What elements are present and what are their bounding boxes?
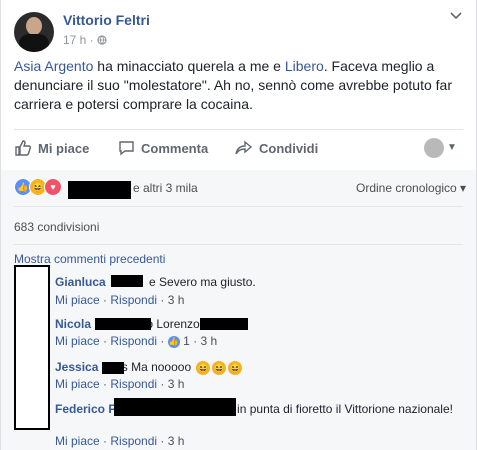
comment-author[interactable]: Gianluca [55,275,106,289]
meta-dot: · [103,377,108,391]
redaction-bar [68,181,131,199]
comment-reply-link[interactable]: Rispondi [110,377,157,391]
comment-button[interactable]: Commenta [118,140,208,156]
post-text: Asia Argento ha minacciato querela a me … [14,57,464,114]
like-button[interactable]: Mi piace [14,140,89,156]
divider [14,129,463,130]
comment-time[interactable]: 3 h [168,293,185,307]
meta-dot: · [160,334,165,348]
page-avatar[interactable] [424,138,444,158]
comment-2-meta: Mi piace · Rispondi · 👍 1 · 3 h [55,334,217,348]
like-badge-icon: 👍 [167,335,180,348]
comment-text: s Ma nooooo [121,360,192,374]
avatar-face [26,17,42,35]
comment-author[interactable]: Nicola [55,317,91,331]
redaction-bar [200,318,248,330]
comment-time[interactable]: 3 h [168,434,185,448]
comment-time[interactable]: 3 h [168,377,185,391]
comment-1: Gianluca e Severo ma giusto. [55,274,256,290]
comment-like-link[interactable]: Mi piace [55,377,100,391]
comment-text: e Severo ma giusto. [149,275,256,289]
comment-like-link[interactable]: Mi piace [55,434,100,448]
comment-reply-link[interactable]: Rispondi [110,334,157,348]
comment-label: Commenta [141,140,209,156]
share-label: Condividi [259,140,319,156]
globe-icon [97,35,107,45]
redaction-bar [114,398,236,416]
comment-avatar-redacted [14,265,50,430]
chevron-down-icon[interactable] [450,12,462,20]
meta-dot: · [103,293,108,307]
tag-libero[interactable]: Libero [285,58,324,74]
comment-author[interactable]: Jessica [55,360,98,374]
comment-order-dropdown[interactable]: Ordine cronologico ▾ [356,181,466,195]
post-time[interactable]: 17 h [63,33,86,47]
reaction-count[interactable]: e altri 3 mila [133,181,198,195]
show-previous-comments[interactable]: Mostra commenti precedenti [14,252,165,266]
meta-dot: · [160,434,165,448]
tag-asia-argento[interactable]: Asia Argento [14,58,93,74]
comment-time[interactable]: 3 h [200,334,217,348]
laughing-emoji-icon: 😆 [212,360,227,375]
author-name[interactable]: Vittorio Feltri [63,12,150,28]
share-button[interactable]: Condividi [235,140,318,156]
meta-dot: · [103,434,108,448]
like-icon [15,140,31,156]
like-label: Mi piace [38,140,90,156]
meta-dot: · [160,293,165,307]
comment-author[interactable]: Federico [55,402,105,416]
post-card: Vittorio Feltri 17 h · Asia Argento ha m… [0,0,477,450]
post-text-part: ha minacciato querela a me e [93,58,285,74]
meta-dot: · [103,334,108,348]
meta-dot: · [160,377,165,391]
comment-like-link[interactable]: Mi piace [55,334,100,348]
caret-down-icon[interactable]: ▼ [447,142,457,153]
laughing-emoji-icon: 😆 [196,360,211,375]
comment-3-meta: Mi piace · Rispondi · 3 h [55,377,184,391]
comment-like-link[interactable]: Mi piace [55,293,100,307]
comment-icon [119,141,134,156]
author-avatar[interactable] [14,12,54,52]
reaction-icons[interactable]: 👍 😆 ♥ [14,178,62,196]
comment-text: o Lorenzo [146,317,200,331]
meta-dot: · [89,33,94,47]
laughing-emoji-icon: 😆 [228,360,243,375]
love-reaction-icon: ♥ [44,178,62,196]
post-meta: 17 h · [63,33,107,47]
comment-3: Jessica s Ma nooooo 😆 😆 😆 [55,359,243,375]
comment-reply-link[interactable]: Rispondi [110,434,157,448]
share-count[interactable]: 683 condivisioni [14,220,99,234]
redaction-bar [95,318,151,330]
redaction-bar [102,362,124,374]
share-icon [235,140,253,155]
divider [14,244,463,245]
redaction-bar [111,275,143,287]
divider [14,206,463,207]
comment-reply-link[interactable]: Rispondi [110,293,157,307]
meta-dot: · [193,334,198,348]
comment-text: in punta di fioretto il Vittorione nazio… [237,402,453,416]
avatar-suit [19,34,49,52]
comment-like-count[interactable]: 1 [183,334,190,348]
comment-4-meta: Mi piace · Rispondi · 3 h [55,434,184,448]
comment-1-meta: Mi piace · Rispondi · 3 h [55,293,184,307]
